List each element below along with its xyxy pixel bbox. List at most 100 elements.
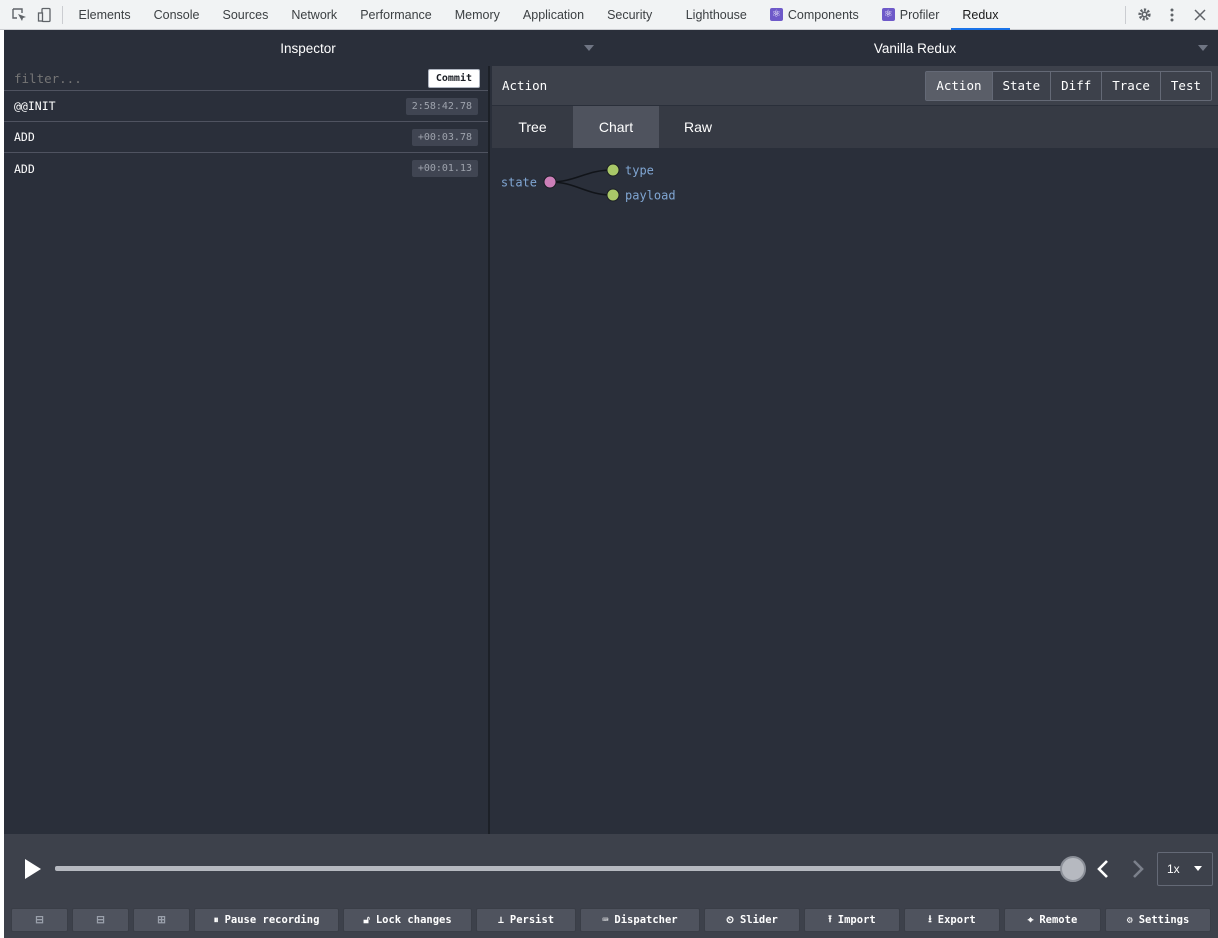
layout-icon: ⊟	[35, 914, 44, 926]
layout-left-button[interactable]: ⊟	[11, 908, 68, 932]
state-tree-chart: state type payload	[501, 163, 676, 203]
store-select-value: Vanilla Redux	[873, 40, 957, 56]
filter-bar: Commit	[4, 66, 488, 91]
toolbar-divider	[1125, 5, 1126, 24]
action-timestamp: +00:01.13	[411, 160, 478, 177]
inspector-header: Action Action State Diff Trace Test	[492, 66, 1218, 106]
tab-profiler[interactable]: ⚛ Profiler	[870, 0, 951, 30]
chevron-down-icon	[1194, 866, 1202, 871]
action-timestamp: +00:03.78	[411, 128, 478, 146]
inspect-element-icon[interactable]	[6, 0, 32, 30]
action-list-item[interactable]: ADD +00:01.13	[4, 153, 488, 184]
play-icon	[25, 859, 41, 879]
slider-thumb[interactable]	[1060, 856, 1086, 882]
dispatcher-button[interactable]: ⌨ Dispatcher	[580, 908, 700, 932]
layout-bottom-button[interactable]: ⊟	[72, 908, 129, 932]
action-list-item[interactable]: ADD +00:03.78	[4, 122, 488, 153]
import-button[interactable]: ⭱ Import	[804, 908, 900, 932]
action-name: ADD	[14, 130, 35, 144]
pause-recording-button[interactable]: ⏸ Pause recording	[194, 908, 339, 932]
dispatcher-label: Dispatcher	[614, 914, 678, 926]
tab-trace[interactable]: Trace	[1101, 71, 1160, 100]
chevron-left-icon	[1097, 860, 1108, 878]
chevron-down-icon	[1198, 45, 1208, 51]
slider-label: Slider	[739, 914, 778, 926]
pause-recording-label: Pause recording	[224, 914, 320, 926]
tab-security[interactable]: Security	[596, 0, 664, 30]
slider-track[interactable]	[55, 866, 1073, 871]
tab-chart[interactable]: Chart	[573, 106, 659, 148]
more-options-icon[interactable]	[1158, 0, 1186, 30]
view-tabs: Tree Chart Raw	[492, 106, 1218, 148]
react-icon: ⚛	[769, 8, 783, 21]
store-select[interactable]: Vanilla Redux	[612, 30, 1218, 66]
lock-changes-label: Lock changes	[375, 914, 452, 926]
gear-icon: ⚙	[1126, 914, 1133, 926]
pin-icon: ⊥	[497, 914, 504, 926]
tree-node-label: payload	[625, 189, 676, 203]
playback-speed-select[interactable]: 1x	[1157, 852, 1213, 886]
tree-link	[549, 181, 613, 196]
tab-state[interactable]: State	[991, 71, 1051, 100]
tab-application[interactable]: Application	[511, 0, 595, 30]
export-button[interactable]: ⭳ Export	[904, 908, 1000, 932]
download-icon: ⭳	[928, 913, 932, 925]
remote-button[interactable]: ⌖ Remote	[1004, 908, 1101, 932]
tab-components-label: Components	[787, 7, 859, 22]
tab-sources[interactable]: Sources	[211, 0, 280, 30]
close-icon[interactable]	[1186, 0, 1214, 30]
persist-button[interactable]: ⊥ Persist	[476, 908, 576, 932]
gear-icon[interactable]	[1130, 0, 1158, 30]
pause-icon: ⏸	[213, 914, 219, 926]
import-label: Import	[837, 914, 876, 926]
tab-raw[interactable]: Raw	[659, 106, 737, 148]
keyboard-icon: ⌨	[602, 914, 609, 926]
action-name: ADD	[14, 161, 35, 176]
previous-button[interactable]	[1092, 856, 1114, 882]
tab-network[interactable]: Network	[280, 0, 349, 30]
action-list-panel: Commit @@INIT 2:58:42.78 ADD +00:03.78 A…	[4, 66, 490, 834]
chevron-right-icon	[1133, 860, 1144, 878]
chart-view: state type payload	[492, 148, 1218, 834]
tab-diff[interactable]: Diff	[1050, 71, 1101, 100]
slider-button[interactable]: ⏲ Slider	[704, 908, 800, 932]
slider-row: 1x	[4, 834, 1218, 902]
tab-performance[interactable]: Performance	[349, 0, 444, 30]
monitor-select[interactable]: Inspector	[4, 30, 612, 66]
antenna-icon: ⌖	[1027, 914, 1034, 926]
footer-button-row: ⊟ ⊟ ⊞ ⏸ Pause recording 🔓︎ Lock changes ⊥ P…	[11, 908, 1211, 932]
tab-redux[interactable]: Redux	[950, 0, 1011, 30]
next-button[interactable]	[1127, 856, 1149, 882]
action-name: @@INIT	[14, 99, 56, 113]
layout-icon: ⊟	[96, 914, 105, 926]
tree-root-node[interactable]	[543, 175, 557, 189]
layout-window-button[interactable]: ⊞	[133, 908, 190, 932]
filter-input[interactable]	[14, 70, 428, 86]
tab-memory[interactable]: Memory	[443, 0, 511, 30]
react-icon: ⚛	[881, 8, 895, 21]
action-list-item[interactable]: @@INIT 2:58:42.78	[4, 91, 488, 122]
tree-leaf-node[interactable]	[606, 188, 620, 202]
playback-speed-value: 1x	[1167, 862, 1180, 876]
tab-elements[interactable]: Elements	[67, 0, 142, 30]
device-toolbar-icon[interactable]	[32, 0, 58, 30]
lock-changes-button[interactable]: 🔓︎ Lock changes	[343, 908, 472, 932]
settings-button[interactable]: ⚙ Settings	[1105, 908, 1211, 932]
tab-console[interactable]: Console	[142, 0, 211, 30]
devtools-tab-bar: Elements Console Sources Network Perform…	[0, 0, 1218, 30]
tab-lighthouse[interactable]: Lighthouse	[664, 0, 759, 30]
inspector-panel: Action Action State Diff Trace Test Tree…	[492, 66, 1218, 834]
lock-icon: 🔓︎	[363, 914, 370, 926]
tab-action[interactable]: Action	[926, 71, 992, 100]
tree-link	[549, 169, 613, 183]
settings-label: Settings	[1138, 914, 1190, 926]
footer-panel: 1x ⊟ ⊟ ⊞ ⏸ Pause recording 🔓︎ Lock changes…	[4, 834, 1218, 938]
tab-tree[interactable]: Tree	[492, 106, 573, 148]
tab-test[interactable]: Test	[1159, 71, 1211, 100]
tree-leaf-node[interactable]	[606, 163, 620, 177]
history-icon: ⏲	[726, 914, 734, 926]
commit-button[interactable]: Commit	[427, 68, 480, 88]
tab-components[interactable]: ⚛ Components	[758, 0, 870, 30]
play-button[interactable]	[18, 856, 44, 882]
inspector-mode-tabs: Action State Diff Trace Test	[925, 70, 1212, 101]
